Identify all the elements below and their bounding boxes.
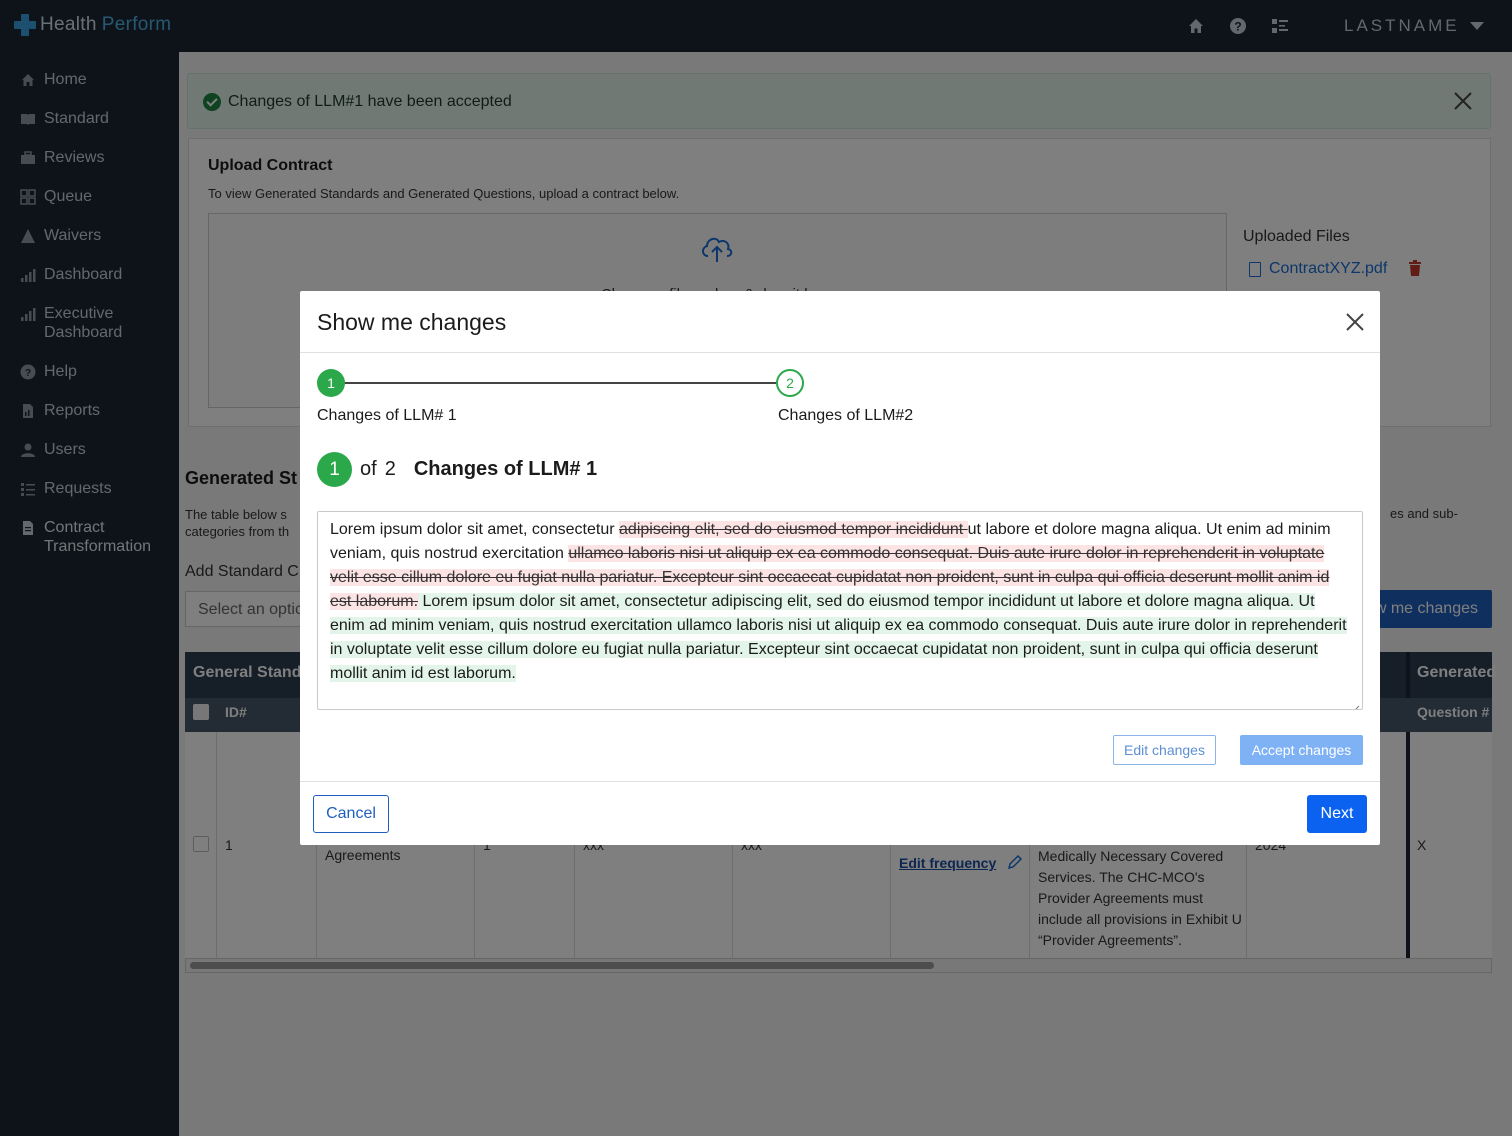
show-changes-modal: Show me changes 1 2 Changes of LLM# 1 Ch… [300,291,1380,845]
step-2-indicator[interactable]: 2 [776,369,804,397]
deleted-text: adipiscing elit, sed do eiusmod tempor i… [619,521,968,538]
next-button[interactable]: Next [1307,795,1367,833]
close-icon[interactable] [1344,311,1366,333]
counter-total: 2 [384,458,396,480]
stepper-line [344,382,776,384]
step-1-label: Changes of LLM# 1 [317,407,457,424]
inserted-text: Lorem ipsum dolor sit amet, consectetur … [330,593,1347,682]
resize-handle-icon[interactable] [1351,698,1360,709]
counter-of: of [360,458,377,480]
counter-title: Changes of LLM# 1 [413,458,598,480]
current-step-badge: 1 [317,452,352,487]
modal-header: Show me changes [300,291,1380,353]
unchanged-text: Lorem ipsum dolor sit amet, consectetur [330,521,620,538]
modal-title: Show me changes [317,309,507,335]
step-1-indicator[interactable]: 1 [317,369,345,397]
modal-footer: Cancel Next [300,781,1380,845]
accept-changes-button[interactable]: Accept changes [1240,735,1363,765]
step-counter: 1 of 2 Changes of LLM# 1 [317,452,597,487]
diff-textarea[interactable]: Lorem ipsum dolor sit amet, consectetur … [317,511,1363,710]
cancel-button[interactable]: Cancel [313,795,389,833]
step-2-label: Changes of LLM#2 [778,407,914,424]
edit-changes-button[interactable]: Edit changes [1113,735,1216,765]
